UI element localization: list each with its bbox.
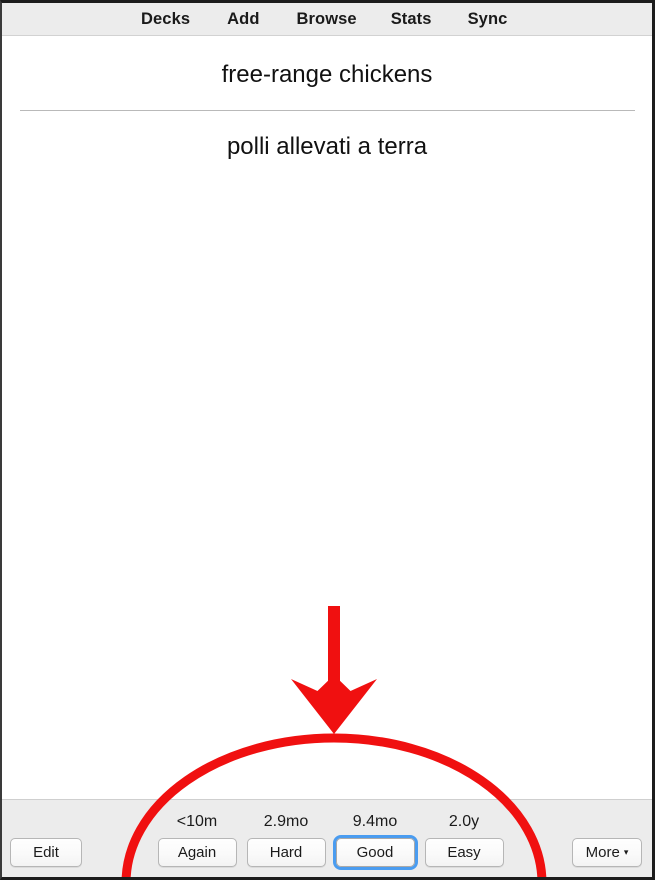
easy-button[interactable]: Easy [424, 838, 504, 867]
ease-column-again: <10m Again [155, 812, 239, 867]
card-question-text: free-range chickens [221, 61, 433, 88]
card-content-area: free-range chickens polli allevati a ter… [2, 36, 652, 799]
edit-button[interactable]: Edit [10, 838, 82, 867]
toolbar-item-sync[interactable]: Sync [468, 10, 508, 29]
answer-bar: Edit <10m Again 2.9mo Hard 9.4mo Good 2.… [2, 799, 652, 877]
toolbar-item-stats[interactable]: Stats [391, 10, 432, 29]
toolbar-item-add[interactable]: Add [227, 10, 259, 29]
anki-main-window: Decks Add Browse Stats Sync free-range c… [0, 0, 655, 880]
ease-interval-good: 9.4mo [352, 813, 398, 830]
chevron-down-icon: ▾ [623, 846, 629, 857]
hard-button[interactable]: Hard [246, 838, 326, 867]
ease-interval-hard: 2.9mo [263, 813, 309, 830]
again-button[interactable]: Again [157, 838, 237, 867]
ease-interval-easy: 2.0y [448, 813, 480, 830]
good-button[interactable]: Good [335, 838, 415, 867]
toolbar-item-browse[interactable]: Browse [297, 10, 357, 29]
toolbar-item-decks[interactable]: Decks [141, 10, 190, 29]
ease-column-good: 9.4mo Good [333, 812, 417, 867]
more-button-label: More [585, 844, 620, 861]
card-answer-text: polli allevati a terra [226, 132, 428, 160]
top-toolbar: Decks Add Browse Stats Sync [2, 3, 652, 36]
ease-interval-again: <10m [176, 813, 218, 830]
ease-column-hard: 2.9mo Hard [244, 812, 328, 867]
ease-column-easy: 2.0y Easy [422, 812, 506, 867]
more-button[interactable]: More ▾ [572, 838, 642, 867]
